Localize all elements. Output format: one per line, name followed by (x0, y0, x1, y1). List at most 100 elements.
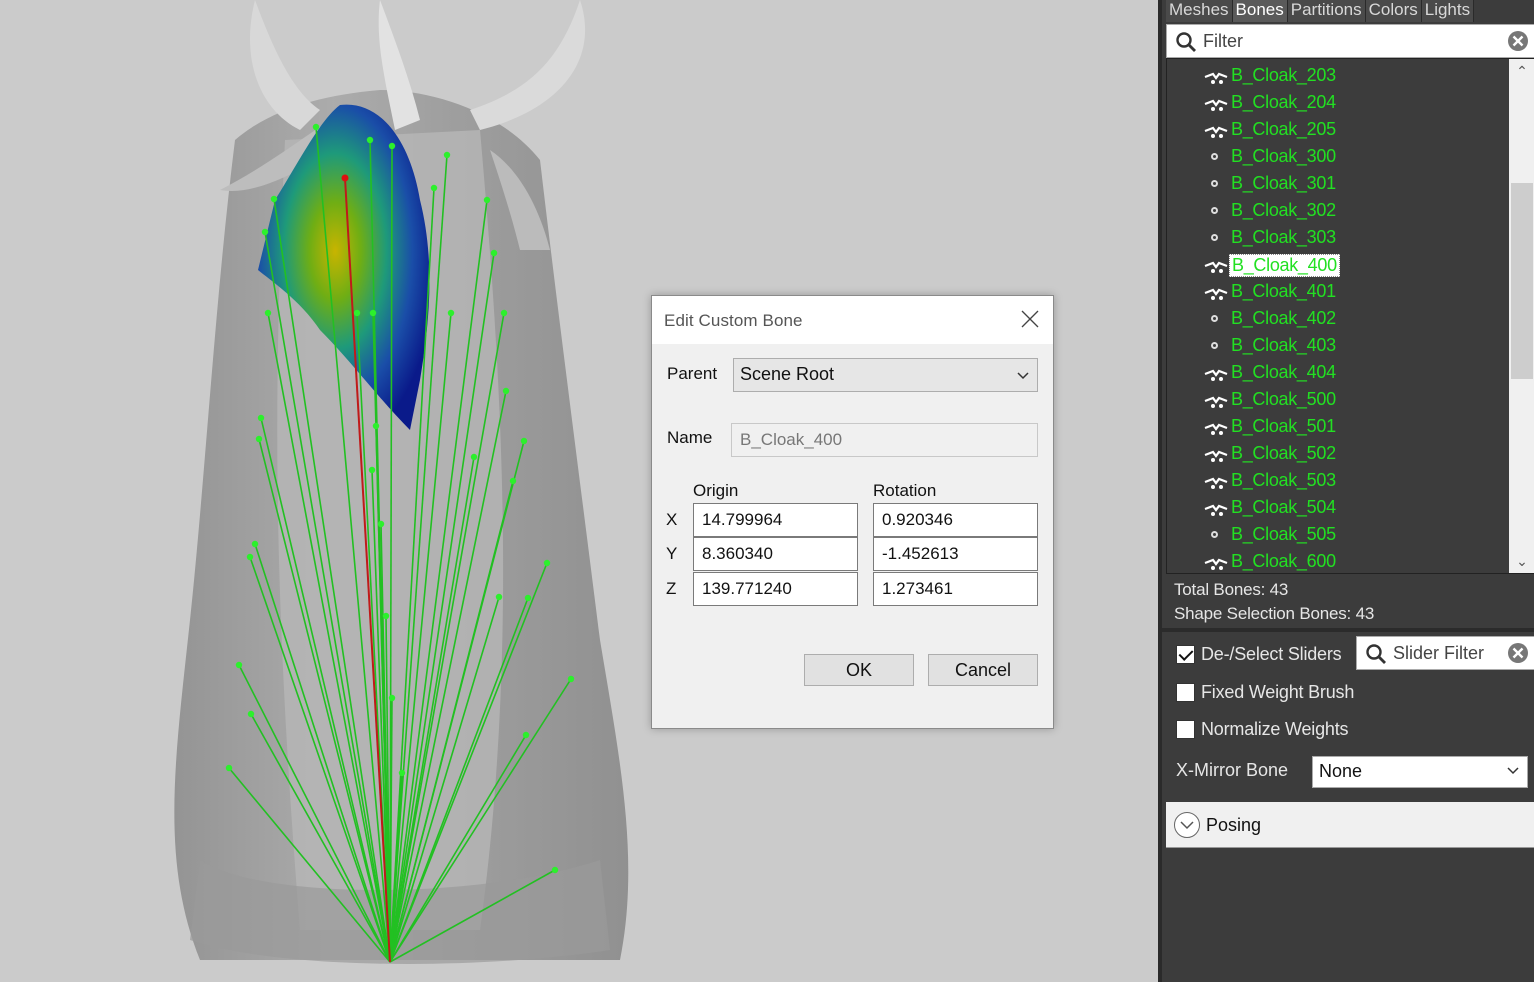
bone-branch-icon[interactable] (1203, 260, 1229, 274)
parent-select[interactable]: Scene Root (733, 358, 1038, 392)
bone-filter-box (1166, 24, 1534, 58)
bone-branch-icon[interactable] (1203, 98, 1229, 112)
bone-name: B_Cloak_501 (1231, 416, 1336, 436)
bone-joint (225, 764, 233, 772)
bone-joint (551, 866, 559, 874)
clear-filter-icon[interactable] (1507, 30, 1529, 52)
bone-tree-item[interactable]: B_Cloak_402 (1167, 305, 1507, 332)
bone-tree-item[interactable]: B_Cloak_600 (1167, 548, 1507, 573)
close-icon[interactable] (1021, 310, 1039, 328)
bone-leaf-icon (1211, 531, 1218, 538)
deselect-sliders-option[interactable]: De-/Select Sliders (1176, 641, 1342, 667)
bone-branch-icon[interactable] (1203, 449, 1229, 463)
parent-label: Parent (667, 364, 718, 383)
bone-tree-item[interactable]: B_Cloak_400 (1167, 251, 1507, 278)
bone-branch-icon[interactable] (1203, 557, 1229, 571)
origin-z-field[interactable] (693, 572, 858, 606)
bone-tree-item[interactable]: B_Cloak_404 (1167, 359, 1507, 386)
tab-lights[interactable]: Lights (1421, 0, 1475, 22)
bone-tree-item[interactable]: B_Cloak_301 (1167, 170, 1507, 197)
bone-branch-icon[interactable] (1203, 395, 1229, 409)
xmirror-bone-select[interactable]: None (1312, 756, 1528, 788)
cancel-button[interactable]: Cancel (928, 654, 1038, 686)
bone-tree-item[interactable]: B_Cloak_205 (1167, 116, 1507, 143)
bone-tree-item[interactable]: B_Cloak_303 (1167, 224, 1507, 251)
bone-joint (490, 249, 498, 257)
dialog-titlebar[interactable]: Edit Custom Bone (652, 296, 1053, 344)
bone-name: B_Cloak_403 (1231, 335, 1336, 355)
bone-leaf-icon (1211, 180, 1218, 187)
bone-stats: Total Bones: 43 Shape Selection Bones: 4… (1174, 578, 1374, 626)
bone-tree-item[interactable]: B_Cloak_501 (1167, 413, 1507, 440)
edit-custom-bone-dialog: Edit Custom Bone Parent Scene Root Name … (651, 295, 1054, 729)
deselect-sliders-checkbox[interactable] (1176, 644, 1195, 664)
bone-name: B_Cloak_401 (1231, 281, 1336, 301)
rotation-y-field[interactable] (873, 537, 1038, 571)
bone-tree-item[interactable]: B_Cloak_203 (1167, 62, 1507, 89)
bone-branch-icon[interactable] (1203, 71, 1229, 85)
bone-joint (483, 196, 491, 204)
scroll-thumb[interactable] (1511, 183, 1533, 379)
bone-filter-input[interactable] (1203, 29, 1493, 53)
scroll-up-icon[interactable]: ⌃ (1509, 59, 1534, 83)
bone-joint (502, 387, 510, 395)
slider-filter-input[interactable] (1393, 641, 1503, 665)
bone-tree-item[interactable]: B_Cloak_504 (1167, 494, 1507, 521)
tab-colors[interactable]: Colors (1365, 0, 1422, 22)
rotation-z-field[interactable] (873, 572, 1038, 606)
bone-joint (388, 142, 396, 150)
chevron-down-icon (1017, 372, 1029, 380)
expand-icon[interactable] (1174, 812, 1200, 838)
xmirror-bone-value: None (1319, 761, 1363, 781)
bone-branch-icon[interactable] (1203, 422, 1229, 436)
bone-branch-icon[interactable] (1203, 287, 1229, 301)
bone-name: B_Cloak_404 (1231, 362, 1336, 382)
bone-leaf-icon (1211, 315, 1218, 322)
bone-leaf-icon (1211, 342, 1218, 349)
bone-name: B_Cloak_503 (1231, 470, 1336, 490)
search-icon (1366, 644, 1386, 664)
bone-tree-item[interactable]: B_Cloak_302 (1167, 197, 1507, 224)
origin-x-field[interactable] (693, 503, 858, 537)
fixed-weight-brush-checkbox[interactable] (1176, 682, 1195, 702)
xmirror-bone-label: X-Mirror Bone (1176, 760, 1289, 780)
bone-tree-item[interactable]: B_Cloak_403 (1167, 332, 1507, 359)
bone-joint (509, 477, 517, 485)
origin-y-field[interactable] (693, 537, 858, 571)
axis-y-label: Y (666, 544, 678, 563)
bone-tree-item[interactable]: B_Cloak_502 (1167, 440, 1507, 467)
normalize-weights-option[interactable]: Normalize Weights (1176, 716, 1349, 742)
bone-tree-item[interactable]: B_Cloak_500 (1167, 386, 1507, 413)
tab-partitions[interactable]: Partitions (1287, 0, 1366, 22)
bone-name: B_Cloak_505 (1231, 524, 1336, 544)
rotation-x-field[interactable] (873, 503, 1038, 537)
clear-slider-filter-icon[interactable] (1507, 642, 1529, 664)
bone-name: B_Cloak_504 (1231, 497, 1336, 517)
name-field[interactable] (731, 423, 1038, 457)
bone-tree-item[interactable]: B_Cloak_505 (1167, 521, 1507, 548)
bone-tree: B_Cloak_203 B_Cloak_204 B_Cloak_205 B_Cloak… (1166, 58, 1534, 574)
bone-tree-scrollbar[interactable]: ⌃ ⌄ (1509, 59, 1534, 573)
ok-button[interactable]: OK (804, 654, 914, 686)
tab-bones[interactable]: Bones (1232, 0, 1288, 22)
tab-meshes[interactable]: Meshes (1166, 0, 1233, 22)
bone-leaf-icon (1211, 207, 1218, 214)
posing-section-header[interactable]: Posing (1166, 802, 1534, 848)
slider-filter-box (1356, 636, 1534, 670)
bone-name: B_Cloak_502 (1231, 443, 1336, 463)
normalize-weights-checkbox[interactable] (1176, 719, 1195, 739)
bone-branch-icon[interactable] (1203, 125, 1229, 139)
bone-name: B_Cloak_302 (1231, 200, 1336, 220)
bone-joint (264, 309, 272, 317)
fixed-weight-brush-option[interactable]: Fixed Weight Brush (1176, 679, 1354, 705)
bone-branch-icon[interactable] (1203, 368, 1229, 382)
bone-branch-icon[interactable] (1203, 503, 1229, 517)
bone-tree-item[interactable]: B_Cloak_204 (1167, 89, 1507, 116)
normalize-weights-label: Normalize Weights (1201, 718, 1349, 739)
bone-tree-item[interactable]: B_Cloak_503 (1167, 467, 1507, 494)
scroll-down-icon[interactable]: ⌄ (1509, 549, 1534, 573)
axis-z-label: Z (666, 579, 677, 598)
bone-branch-icon[interactable] (1203, 476, 1229, 490)
bone-tree-item[interactable]: B_Cloak_300 (1167, 143, 1507, 170)
bone-tree-item[interactable]: B_Cloak_401 (1167, 278, 1507, 305)
